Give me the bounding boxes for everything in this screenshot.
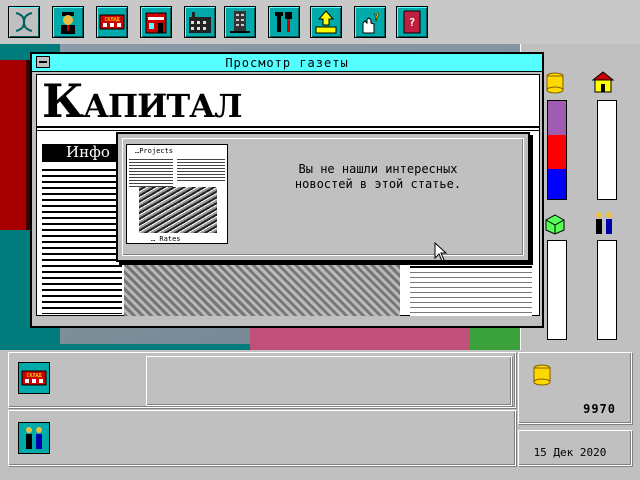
export-icon[interactable]	[310, 6, 342, 38]
warehouse-label: СКЛАД	[104, 17, 119, 23]
thumbnail-photo	[139, 187, 217, 233]
thumbnail-text	[177, 157, 225, 183]
shop-icon[interactable]	[140, 6, 172, 38]
meter-segment	[548, 135, 566, 169]
coins-icon	[530, 362, 554, 386]
cube-icon	[543, 212, 567, 236]
window-title: Просмотр газеты	[225, 56, 349, 70]
masthead-rule-thin	[36, 130, 540, 131]
book-icon[interactable]: ?	[396, 6, 428, 38]
goods-meter	[547, 240, 567, 340]
warehouse-info-area	[146, 356, 512, 406]
warehouse-icon: СКЛАД	[21, 370, 47, 386]
office-building-icon[interactable]	[224, 6, 256, 38]
staff-panel	[8, 410, 516, 466]
masthead-rule	[36, 126, 540, 128]
current-date: 15 Дек 2020	[533, 446, 607, 459]
coins-icon	[543, 70, 567, 94]
staff-icon	[26, 427, 42, 449]
warehouse-button[interactable]: СКЛАД	[18, 362, 50, 394]
mouse-cursor-icon	[434, 242, 448, 262]
warehouse-label: СКЛАД	[26, 373, 41, 379]
thumbnail-title: …Projects	[135, 147, 173, 155]
dna-icon[interactable]	[8, 6, 40, 38]
warehouse-icon[interactable]: СКЛАД	[96, 6, 128, 38]
scene-wall	[0, 60, 30, 230]
thumbnail-caption: … Rates	[151, 235, 181, 243]
article-photo	[124, 262, 400, 316]
meter-segment	[548, 168, 566, 199]
svg-text:?: ?	[373, 11, 380, 24]
staff-button[interactable]	[18, 422, 50, 454]
section-heading: Инфо	[66, 143, 110, 161]
thumbnail-text	[129, 157, 173, 187]
article-text	[42, 166, 122, 314]
staff-icon	[591, 210, 617, 236]
staff-meter	[597, 240, 617, 340]
house-icon	[591, 70, 615, 94]
finance-meter	[547, 100, 567, 200]
tools-icon[interactable]	[268, 6, 300, 38]
main-toolbar: СКЛАД ? ?	[0, 0, 640, 45]
money-value: 9970	[583, 402, 616, 416]
meter-segment	[548, 101, 566, 136]
article-table	[410, 266, 532, 316]
boss-icon[interactable]	[52, 6, 84, 38]
newspaper-thumbnail: …Projects … Rates	[126, 144, 228, 244]
svg-text:?: ?	[409, 16, 416, 29]
help-icon[interactable]: ?	[354, 6, 386, 38]
newspaper-masthead: Капитал	[42, 74, 243, 128]
dialog-message: Вы не нашли интересных новостей в этой с…	[294, 162, 462, 191]
property-meter	[597, 100, 617, 200]
factory-icon[interactable]	[184, 6, 216, 38]
